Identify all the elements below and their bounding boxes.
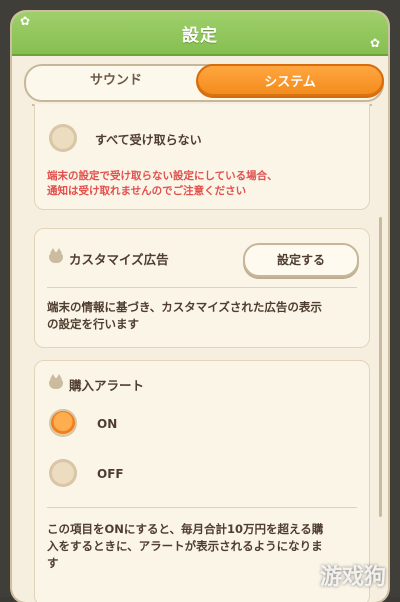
page-title: 設定	[182, 26, 218, 46]
section-title: 購入アラート	[69, 378, 145, 393]
configure-button[interactable]: 設定する	[243, 243, 359, 277]
description-text: この項目をONにすると、毎月合計10万円を超える購	[47, 522, 324, 536]
custom-ads-card: カスタマイズ広告 設定する 端末の情報に基づき、カスタマイズされた広告の表示 の…	[34, 228, 370, 348]
description-text: 端末の情報に基づき、カスタマイズされた広告の表示	[47, 300, 322, 314]
description-text: の設定を行います	[47, 317, 139, 331]
tab-sound[interactable]: サウンド	[24, 64, 208, 98]
settings-scroll-area[interactable]: すべて受け取らない 端末の設定で受け取らない設定にしている場合、 通知は受け取れ…	[22, 104, 378, 602]
radio-off[interactable]	[49, 459, 77, 487]
watermark: 游戏狗	[319, 565, 386, 590]
settings-panel: ✿ ✿ 設定 サウンド システム すべて受け取らない 端末の設定で受け取らない設…	[12, 12, 388, 602]
tab-system[interactable]: システム	[196, 64, 384, 98]
off-label: OFF	[97, 467, 124, 481]
description-text: す	[47, 556, 59, 570]
radio-on[interactable]	[49, 409, 77, 437]
on-label: ON	[97, 417, 118, 431]
radio-receive-none[interactable]	[49, 124, 77, 152]
cat-icon	[49, 374, 63, 389]
scrollbar[interactable]	[379, 217, 382, 517]
description-text: 入をするときに、アラートが表示されるようになりま	[47, 539, 323, 553]
notification-card: すべて受け取らない 端末の設定で受け取らない設定にしている場合、 通知は受け取れ…	[34, 104, 370, 210]
warning-text: 端末の設定で受け取らない設定にしている場合、	[47, 170, 278, 182]
option-label: すべて受け取らない	[95, 133, 202, 147]
header-bar: ✿ ✿ 設定	[12, 12, 388, 56]
cat-icon	[49, 248, 63, 263]
warning-text: 通知は受け取れませんのでご注意ください	[47, 185, 247, 197]
section-title: カスタマイズ広告	[69, 252, 169, 267]
tab-bar: サウンド システム	[24, 64, 384, 102]
divider	[47, 287, 357, 288]
divider	[47, 507, 357, 508]
